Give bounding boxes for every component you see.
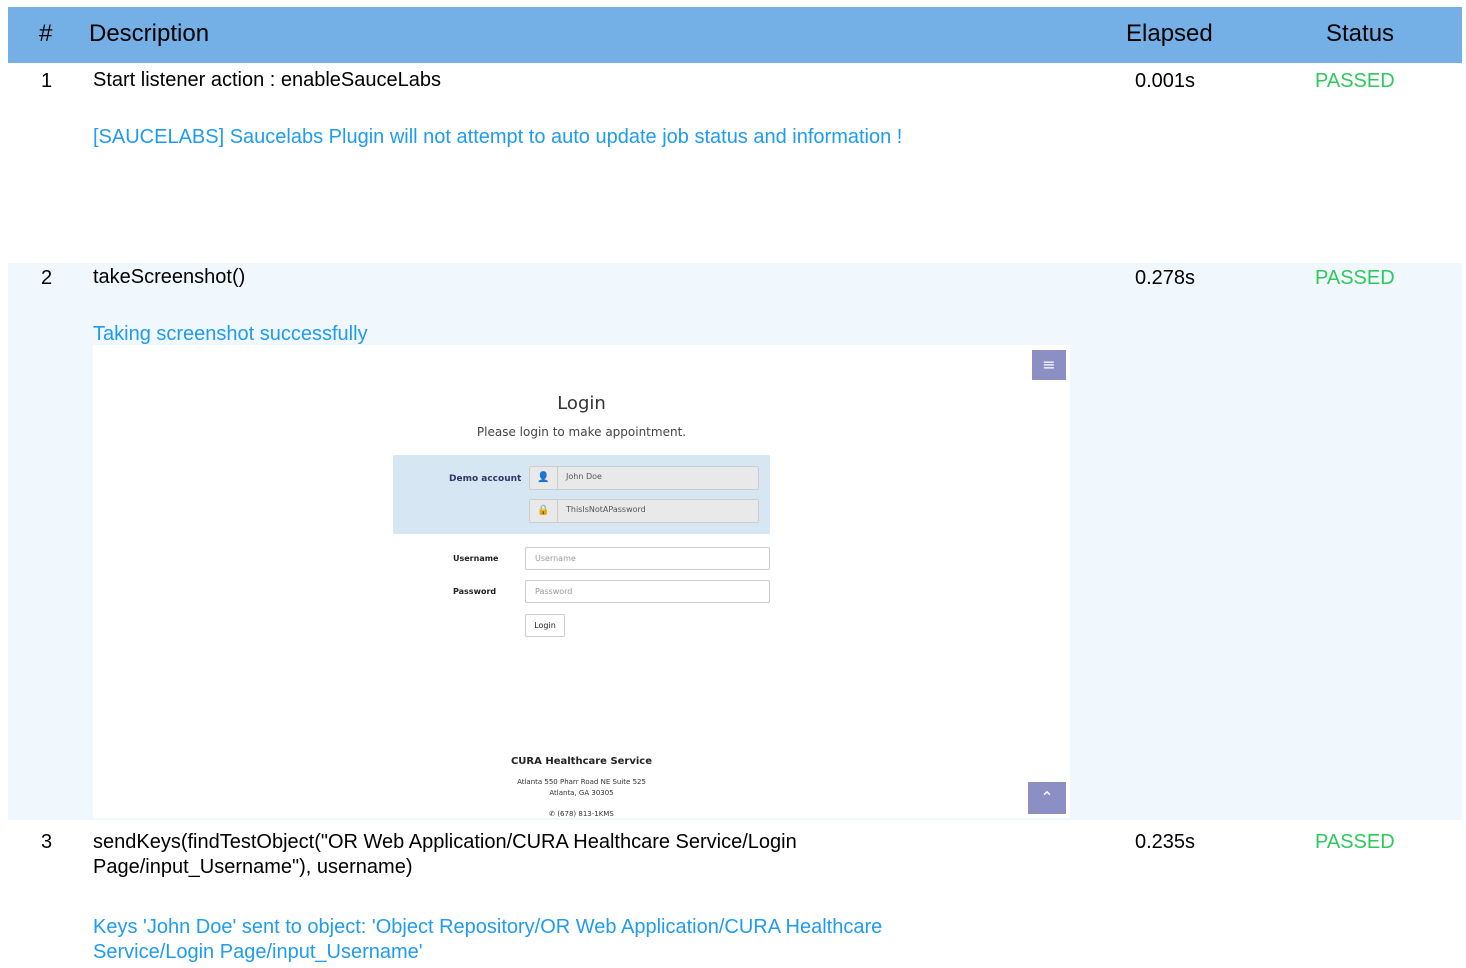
demo-username-field: 👤 John Doe <box>529 466 759 490</box>
step-status: PASSED <box>1315 267 1395 289</box>
demo-username-value: John Doe <box>566 472 602 481</box>
demo-account-label: Demo account <box>449 474 522 484</box>
step-description-line-1: sendKeys(findTestObject("OR Web Applicat… <box>93 831 797 853</box>
footer-phone: ✆ (678) 813-1KMS <box>93 810 1070 818</box>
screenshot-image: ≡ Login Please login to make appointment… <box>93 345 1070 818</box>
header-elapsed: Elapsed <box>1126 20 1213 47</box>
header-description: Description <box>89 20 210 47</box>
step-log-line-2: Service/Login Page/input_Username' <box>93 941 423 963</box>
username-input[interactable]: Username <box>525 547 770 570</box>
user-icon: 👤 <box>530 467 558 489</box>
step-number: 3 <box>41 831 53 853</box>
bars-icon: ≡ <box>1042 355 1056 374</box>
login-button[interactable]: Login <box>525 614 565 637</box>
step-log: Taking screenshot successfully <box>93 323 368 345</box>
step-status: PASSED <box>1315 831 1395 853</box>
step-log-line-1: Keys 'John Doe' sent to object: 'Object … <box>93 916 883 938</box>
footer-address-1: Atlanta 550 Pharr Road NE Suite 525 <box>517 778 646 786</box>
step-elapsed: 0.001s <box>1135 70 1196 92</box>
chevron-up-icon: ⌃ <box>1040 788 1054 807</box>
password-label: Password <box>453 587 497 596</box>
scroll-to-top-button[interactable]: ⌃ <box>1028 782 1066 814</box>
login-subtitle: Please login to make appointment. <box>476 425 687 439</box>
header-num: # <box>39 20 53 47</box>
footer-phone-number: (678) 813-1KMS <box>557 810 614 818</box>
step-description: sendKeys(findTestObject("OR Web Applicat… <box>93 830 797 880</box>
step-description: Start listener action : enableSauceLabs <box>93 69 441 91</box>
username-placeholder: Username <box>535 554 576 563</box>
password-input[interactable]: Password <box>525 580 770 603</box>
step-log: Keys 'John Doe' sent to object: 'Object … <box>93 915 882 965</box>
table-header: # Description Elapsed Status <box>8 7 1462 63</box>
lock-icon: 🔒 <box>530 500 558 522</box>
step-row-3: 3 sendKeys(findTestObject("OR Web Applic… <box>8 820 1462 968</box>
menu-toggle-button[interactable]: ≡ <box>1032 350 1066 380</box>
step-log: [SAUCELABS] Saucelabs Plugin will not at… <box>93 126 903 148</box>
step-number: 2 <box>41 267 53 289</box>
step-elapsed: 0.278s <box>1135 267 1196 289</box>
footer-title: CURA Healthcare Service <box>510 756 653 767</box>
header-status: Status <box>1326 20 1395 47</box>
demo-password-field: 🔒 ThisIsNotAPassword <box>529 499 759 523</box>
step-status: PASSED <box>1315 70 1395 92</box>
phone-icon: ✆ <box>549 810 556 818</box>
password-placeholder: Password <box>535 587 573 596</box>
step-description-line-2: Page/input_Username"), username) <box>93 856 413 878</box>
login-title: Login <box>557 393 606 414</box>
demo-password-value: ThisIsNotAPassword <box>566 505 646 514</box>
step-description: takeScreenshot() <box>93 266 246 288</box>
demo-account-box: Demo account 👤 John Doe 🔒 ThisIsNotAPass… <box>393 455 770 534</box>
footer-address-2: Atlanta, GA 30305 <box>549 789 614 797</box>
username-label: Username <box>453 554 499 563</box>
step-elapsed: 0.235s <box>1135 831 1196 853</box>
step-row-1: 1 Start listener action : enableSauceLab… <box>8 63 1462 263</box>
step-number: 1 <box>41 70 53 92</box>
